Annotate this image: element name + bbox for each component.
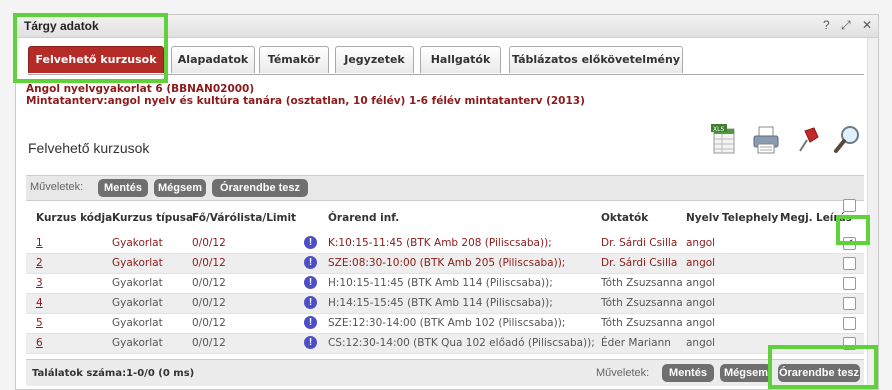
dialog-scrollbar[interactable] — [867, 38, 878, 387]
course-language: angol — [686, 277, 716, 289]
course-code-link[interactable]: 6 — [36, 337, 43, 349]
course-language: angol — [686, 317, 716, 329]
search-icon[interactable] — [832, 123, 862, 155]
table-row[interactable]: 5 Gyakorlat 0/0/12 ! SZE:12:30-14:00 (BT… — [26, 314, 864, 334]
teacher-name: Dr. Sárdi Csilla — [601, 237, 678, 249]
highlight-box-tab — [13, 13, 168, 83]
course-name: Angol nyelvgyakorlat 6 (BBNAN02000) — [26, 83, 255, 95]
course-language: angol — [686, 237, 716, 249]
info-icon[interactable]: ! — [304, 336, 317, 349]
info-icon[interactable]: ! — [304, 296, 317, 309]
tab-students[interactable]: Hallgatók — [420, 46, 501, 73]
col-header-teacher[interactable]: Oktatók — [601, 212, 648, 224]
teacher-name: Dr. Sárdi Csilla — [601, 257, 678, 269]
table-row[interactable]: 1 Gyakorlat 0/0/12 ! K:10:15-11:45 (BTK … — [26, 234, 864, 254]
xls-export-icon[interactable]: XLS — [710, 123, 741, 155]
row-checkbox[interactable] — [843, 277, 856, 290]
add-to-schedule-button[interactable]: Órarendbe tesz — [212, 179, 308, 197]
tab-notes[interactable]: Jegyzetek — [335, 46, 414, 73]
course-limit: 0/0/12 — [192, 297, 226, 309]
schedule-info: CS:12:30-14:00 (BTK Qua 102 előadó (Pili… — [328, 337, 595, 349]
actions-label-bottom: Műveletek: — [596, 367, 650, 379]
course-type: Gyakorlat — [112, 257, 163, 269]
teacher-name: Tóth Zsuzsanna — [601, 297, 683, 309]
col-header-schedule[interactable]: Órarend inf. — [328, 212, 399, 224]
course-limit: 0/0/12 — [192, 257, 226, 269]
help-icon[interactable]: ? — [823, 18, 830, 32]
course-language: angol — [686, 257, 716, 269]
col-header-note[interactable]: Megj. — [780, 212, 813, 224]
actions-label: Műveletek: — [30, 181, 84, 193]
table-row[interactable]: 2 Gyakorlat 0/0/12 ! SZE:08:30-10:00 (BT… — [26, 254, 864, 274]
schedule-info: H:10:15-11:45 (BTK Amb 114 (Piliscsaba))… — [328, 277, 553, 289]
teacher-name: Tóth Zsuzsanna — [601, 277, 683, 289]
info-icon[interactable]: ! — [304, 316, 317, 329]
titlebar-icons: ? ⤢ ✕ — [815, 18, 872, 33]
course-code-link[interactable]: 2 — [36, 257, 43, 269]
course-type: Gyakorlat — [112, 277, 163, 289]
teacher-name: Éder Mariann — [601, 337, 671, 349]
col-header-code[interactable]: Kurzus kódja — [36, 212, 112, 224]
close-icon[interactable]: ✕ — [862, 18, 872, 32]
tab-prerequisites[interactable]: Táblázatos előkövetelmény — [509, 46, 683, 73]
course-language: angol — [686, 337, 716, 349]
row-checkbox[interactable] — [843, 257, 856, 270]
course-type: Gyakorlat — [112, 297, 163, 309]
course-limit: 0/0/12 — [192, 317, 226, 329]
row-checkbox[interactable] — [843, 297, 856, 310]
tab-basic-data[interactable]: Alapadatok — [171, 46, 255, 73]
table-row[interactable]: 4 Gyakorlat 0/0/12 ! H:14:15-15:45 (BTK … — [26, 294, 864, 314]
course-code-link[interactable]: 3 — [36, 277, 43, 289]
teacher-name: Tóth Zsuzsanna — [601, 317, 683, 329]
course-language: angol — [686, 297, 716, 309]
course-limit: 0/0/12 — [192, 277, 226, 289]
save-button[interactable]: Mentés — [98, 179, 148, 197]
print-icon[interactable] — [751, 123, 781, 155]
highlight-box-checkbox — [836, 215, 870, 245]
results-count: Találatok száma:1-0/0 (0 ms) — [32, 368, 195, 379]
row-checkbox[interactable] — [843, 317, 856, 330]
cancel-button-bottom[interactable]: Mégsem — [720, 364, 772, 382]
tab-topics[interactable]: Témakör — [259, 46, 329, 73]
course-limit: 0/0/12 — [192, 337, 226, 349]
toolbar-icons: XLS — [705, 123, 862, 159]
schedule-info: H:14:15-15:45 (BTK Amb 114 (Piliscsaba))… — [328, 297, 553, 309]
col-header-limit[interactable]: Fő/Várólista/Limit — [192, 212, 296, 224]
col-header-type[interactable]: Kurzus típusa — [112, 212, 193, 224]
course-code-link[interactable]: 1 — [36, 237, 43, 249]
course-code-link[interactable]: 5 — [36, 317, 43, 329]
highlight-box-schedule-button — [768, 345, 878, 389]
select-all-checkbox[interactable] — [843, 199, 856, 212]
course-type: Gyakorlat — [112, 317, 163, 329]
info-icon[interactable]: ! — [304, 256, 317, 269]
info-icon[interactable]: ! — [304, 236, 317, 249]
schedule-info: K:10:15-11:45 (BTK Amb 208 (Piliscsaba))… — [328, 237, 552, 249]
col-header-language[interactable]: Nyelv — [686, 212, 719, 224]
cancel-button[interactable]: Mégsem — [154, 179, 206, 197]
info-icon[interactable]: ! — [304, 276, 317, 289]
actions-bar-top: Műveletek: Mentés Mégsem Órarendbe tesz — [26, 175, 864, 201]
course-type: Gyakorlat — [112, 237, 163, 249]
schedule-info: SZE:12:30-14:00 (BTK Amb 102 (Piliscsaba… — [328, 317, 566, 329]
table-row[interactable]: 6 Gyakorlat 0/0/12 ! CS:12:30-14:00 (BTK… — [26, 334, 864, 354]
course-type: Gyakorlat — [112, 337, 163, 349]
popout-icon[interactable]: ⤢ — [841, 18, 851, 32]
col-header-site[interactable]: Telephely — [722, 212, 778, 224]
table-row[interactable]: 3 Gyakorlat 0/0/12 ! H:10:15-11:45 (BTK … — [26, 274, 864, 294]
actions-bar-bottom: Találatok száma:1-0/0 (0 ms) Műveletek: … — [26, 359, 864, 386]
course-code-link[interactable]: 4 — [36, 297, 43, 309]
save-button-bottom[interactable]: Mentés — [662, 364, 714, 382]
schedule-info: SZE:08:30-10:00 (BTK Amb 205 (Piliscsaba… — [328, 257, 566, 269]
course-limit: 0/0/12 — [192, 237, 226, 249]
svg-text:XLS: XLS — [713, 126, 724, 133]
curriculum-info: Mintatanterv:angol nyelv és kultúra taná… — [26, 95, 585, 107]
section-title: Felvehető kurzusok — [28, 140, 150, 156]
pin-icon[interactable] — [792, 123, 822, 155]
